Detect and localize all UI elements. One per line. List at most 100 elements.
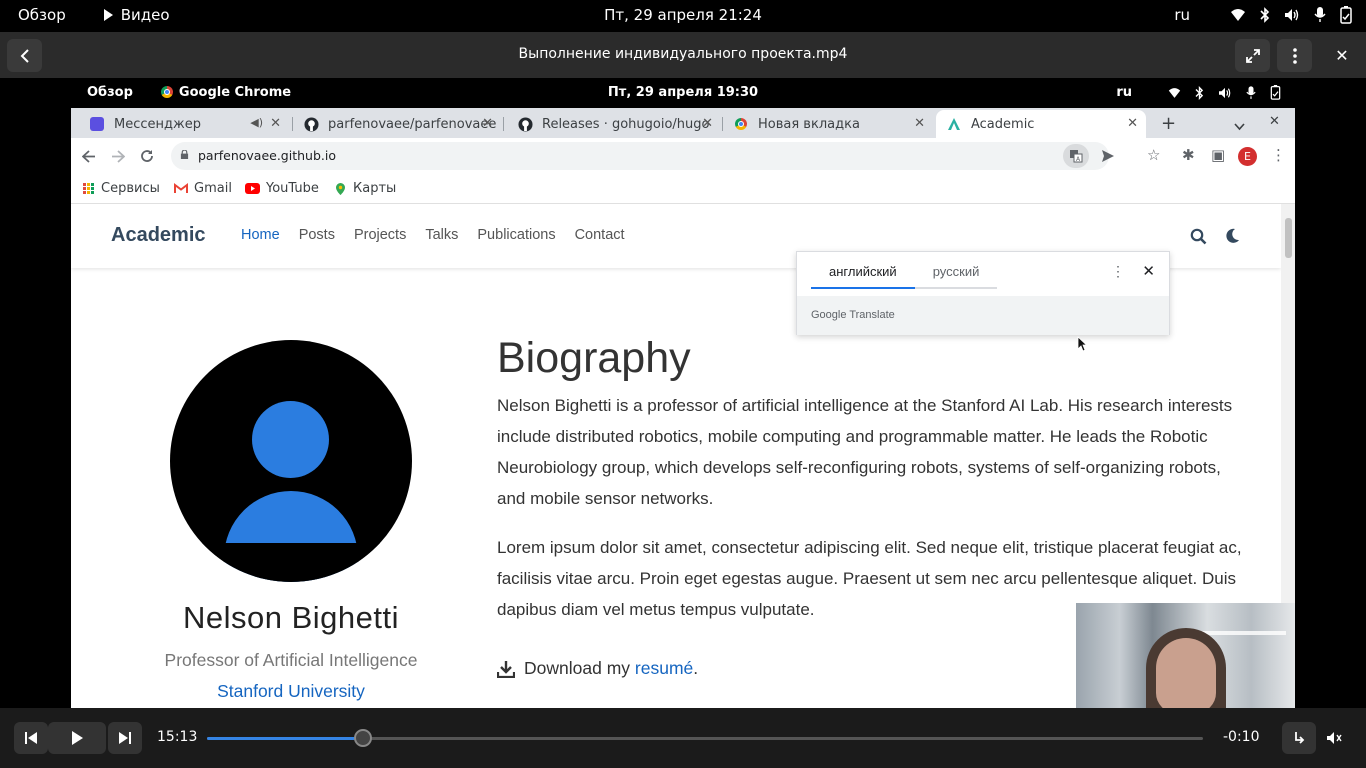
next-button[interactable] xyxy=(108,722,142,754)
profile-name: Nelson Bighetti xyxy=(182,600,399,635)
resume-link[interactable]: resumé xyxy=(635,658,693,678)
activities-button[interactable]: Обзор xyxy=(18,6,66,24)
play-button[interactable] xyxy=(48,722,106,754)
nav-home[interactable]: Home xyxy=(241,227,280,243)
scrollbar-thumb[interactable] xyxy=(1285,218,1292,258)
volume-button[interactable] xyxy=(1326,730,1343,749)
nav-publications[interactable]: Publications xyxy=(477,227,555,243)
side-panel-icon[interactable]: ▣ xyxy=(1211,146,1225,164)
person-face xyxy=(1156,638,1216,708)
seek-bar-progress xyxy=(207,737,364,740)
tab-close-icon[interactable]: ✕ xyxy=(482,116,493,131)
skip-next-icon xyxy=(119,732,131,744)
youtube-icon xyxy=(245,183,260,194)
guest-app-name: Google Chrome xyxy=(178,85,292,100)
lock-icon xyxy=(180,150,189,159)
tab-close-icon[interactable]: ✕ xyxy=(270,116,281,131)
guest-tray: ru xyxy=(1116,85,1281,100)
previous-button[interactable] xyxy=(14,722,48,754)
translate-close-icon[interactable]: ✕ xyxy=(1142,262,1155,280)
translate-icon: A xyxy=(1070,150,1083,163)
battery-icon xyxy=(1270,85,1281,100)
nav-contact[interactable]: Contact xyxy=(575,227,625,243)
chrome-menu-icon[interactable]: ⋮ xyxy=(1271,146,1286,164)
bookmark-maps[interactable]: Карты xyxy=(334,181,396,196)
back-arrow-icon[interactable] xyxy=(82,150,96,163)
translate-page-button[interactable]: A xyxy=(1063,144,1089,168)
app-menu[interactable]: Видео xyxy=(103,6,170,24)
current-time: 15:13 xyxy=(157,729,198,745)
translate-options-icon[interactable]: ⋮ xyxy=(1111,263,1125,280)
tab-strip: Мессенджер ◀) ✕ parfenovaee/parfenovaee … xyxy=(71,108,1295,138)
github-icon xyxy=(517,116,533,132)
nav-projects[interactable]: Projects xyxy=(354,227,406,243)
back-button[interactable] xyxy=(7,39,42,72)
send-tab-icon[interactable] xyxy=(1101,149,1115,163)
microphone-icon xyxy=(1314,7,1326,22)
nav-talks[interactable]: Talks xyxy=(425,227,458,243)
chrome-icon xyxy=(160,86,173,98)
tab-parfenovaee[interactable]: parfenovaee/parfenovaee ✕ xyxy=(293,110,501,138)
dark-mode-moon-icon[interactable] xyxy=(1225,228,1240,244)
tab-academic[interactable]: Academic ✕ xyxy=(936,110,1146,138)
avatar-cut xyxy=(170,543,412,582)
plus-icon: + xyxy=(1161,113,1177,134)
menu-button[interactable] xyxy=(1277,39,1312,72)
system-tray[interactable]: ru xyxy=(1174,6,1352,24)
webcam-overlay xyxy=(1076,603,1295,708)
tab-close-icon[interactable]: ✕ xyxy=(914,116,925,131)
bookmark-star-icon[interactable]: ☆ xyxy=(1147,146,1160,164)
close-icon: ✕ xyxy=(1335,46,1349,65)
site-brand[interactable]: Academic xyxy=(111,224,206,247)
play-icon xyxy=(72,731,83,745)
close-window-button[interactable]: ✕ xyxy=(1330,46,1354,66)
profile-avatar-image xyxy=(170,340,412,582)
mouse-pointer-icon xyxy=(1077,336,1087,352)
bookmark-label: Сервисы xyxy=(101,181,160,196)
tab-label: Новая вкладка xyxy=(758,116,860,132)
seek-handle[interactable] xyxy=(354,729,373,747)
translate-footer: Google Translate xyxy=(797,296,1169,335)
battery-icon xyxy=(1340,6,1352,24)
picture-in-picture-button[interactable] xyxy=(1282,722,1316,754)
reload-icon[interactable] xyxy=(140,149,154,163)
window-close-button[interactable]: ✕ xyxy=(1269,114,1280,129)
profile-organization-link[interactable]: Stanford University xyxy=(71,681,511,702)
apps-grid-icon xyxy=(83,182,95,195)
bookmark-gmail[interactable]: Gmail xyxy=(174,181,232,196)
search-icon[interactable] xyxy=(1190,228,1207,245)
microphone-icon xyxy=(1246,85,1256,99)
keyboard-layout[interactable]: ru xyxy=(1174,6,1190,24)
tab-hugo-releases[interactable]: Releases · gohugoio/hugo ✕ xyxy=(507,110,721,138)
biography-heading: Biography xyxy=(497,334,691,382)
avatar-head-shape xyxy=(252,401,329,478)
fullscreen-button[interactable] xyxy=(1235,39,1270,72)
seek-bar[interactable] xyxy=(207,729,1203,747)
tab-search-button[interactable] xyxy=(1234,116,1245,135)
target-language-tab[interactable]: русский xyxy=(914,264,998,289)
tab-label: Releases · gohugoio/hugo xyxy=(542,116,710,132)
tab-close-icon[interactable]: ✕ xyxy=(702,116,713,131)
bookmark-youtube[interactable]: YouTube xyxy=(245,181,319,196)
academic-icon xyxy=(946,116,962,132)
address-bar[interactable]: parfenovaee.github.io A xyxy=(171,142,1114,170)
nav-posts[interactable]: Posts xyxy=(299,227,335,243)
bookmark-services[interactable]: Сервисы xyxy=(83,181,160,196)
tab-messenger[interactable]: Мессенджер ◀) ✕ xyxy=(79,110,289,138)
tab-close-icon[interactable]: ✕ xyxy=(1127,116,1138,131)
bookmark-label: YouTube xyxy=(266,181,319,196)
clock[interactable]: Пт, 29 апреля 21:24 xyxy=(0,6,1366,24)
url-text: parfenovaee.github.io xyxy=(198,148,336,163)
chevron-left-icon xyxy=(20,48,29,63)
tab-new-tab[interactable]: Новая вкладка ✕ xyxy=(723,110,933,138)
source-language-tab[interactable]: английский xyxy=(811,264,915,289)
new-tab-button[interactable]: + xyxy=(1161,113,1176,134)
speaker-icon[interactable]: ◀) xyxy=(250,116,263,129)
profile-avatar[interactable]: E xyxy=(1238,147,1257,166)
browser-toolbar: parfenovaee.github.io A ☆ ✱ ▣ E ⋮ xyxy=(71,138,1295,174)
forward-arrow-icon[interactable] xyxy=(111,150,125,163)
player-controls: 15:13 -0:10 xyxy=(0,708,1366,768)
extensions-icon[interactable]: ✱ xyxy=(1182,146,1195,164)
wifi-icon xyxy=(1231,9,1245,21)
video-frame[interactable]: Обзор Google Chrome Пт, 29 апреля 19:30 … xyxy=(0,78,1366,708)
